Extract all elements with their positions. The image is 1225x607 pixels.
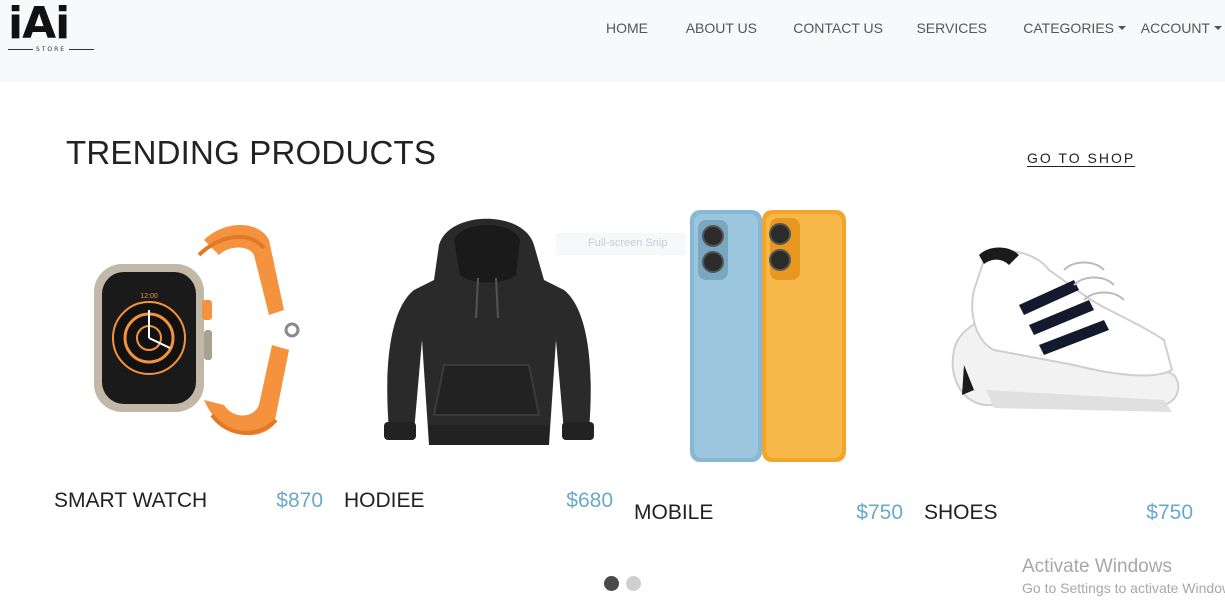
watermark-title: Activate Windows: [1022, 556, 1172, 577]
snip-tooltip: Full-screen Snip: [556, 233, 686, 255]
activate-windows-watermark: Activate Windows Go to Settings to activ…: [1022, 556, 1225, 596]
store-logo[interactable]: iAi STORE: [8, 0, 96, 56]
svg-text:12:00: 12:00: [140, 293, 158, 300]
product-card-shoes[interactable]: SHOES $750: [924, 200, 1214, 540]
nav-about-us[interactable]: ABOUT US: [686, 20, 757, 36]
logo-subtitle: STORE: [8, 46, 94, 53]
product-name: SMART WATCH: [54, 489, 208, 512]
nav-categories-label: CATEGORIES: [1023, 20, 1114, 36]
nav-contact-us[interactable]: CONTACT US: [793, 20, 883, 36]
logo-text: iAi: [8, 0, 70, 49]
carousel-dot-2[interactable]: [626, 576, 641, 591]
product-price: $870: [276, 489, 323, 512]
chevron-down-icon: [1118, 26, 1126, 30]
navbar: iAi STORE HOME ABOUT US CONTACT US SERVI…: [0, 0, 1225, 82]
product-name: HODIEE: [344, 489, 425, 512]
go-to-shop-link[interactable]: GO TO SHOP: [1027, 150, 1135, 166]
nav-services[interactable]: SERVICES: [916, 20, 987, 36]
product-card-smart-watch[interactable]: 12:00 SMART WATCH $870: [54, 200, 344, 540]
product-price: $750: [1146, 501, 1193, 524]
watermark-subtitle: Go to Settings to activate Windows.: [1022, 580, 1225, 596]
section-title: TRENDING PRODUCTS: [66, 134, 437, 171]
chevron-down-icon: [1214, 26, 1222, 30]
product-price: $750: [856, 501, 903, 524]
nav-account-label: ACCOUNT: [1140, 20, 1210, 36]
sneakers-image: [951, 247, 1180, 412]
product-name: MOBILE: [634, 501, 714, 524]
product-price: $680: [566, 489, 613, 512]
smartwatch-image: 12:00: [94, 225, 300, 436]
carousel-dot-1[interactable]: [604, 576, 619, 591]
product-name: SHOES: [924, 501, 998, 524]
nav-categories-dropdown[interactable]: CATEGORIES: [1023, 20, 1126, 36]
carousel-indicators: [604, 576, 641, 591]
nav-account-dropdown[interactable]: ACCOUNT: [1141, 20, 1222, 36]
nav-home[interactable]: HOME: [606, 20, 648, 36]
